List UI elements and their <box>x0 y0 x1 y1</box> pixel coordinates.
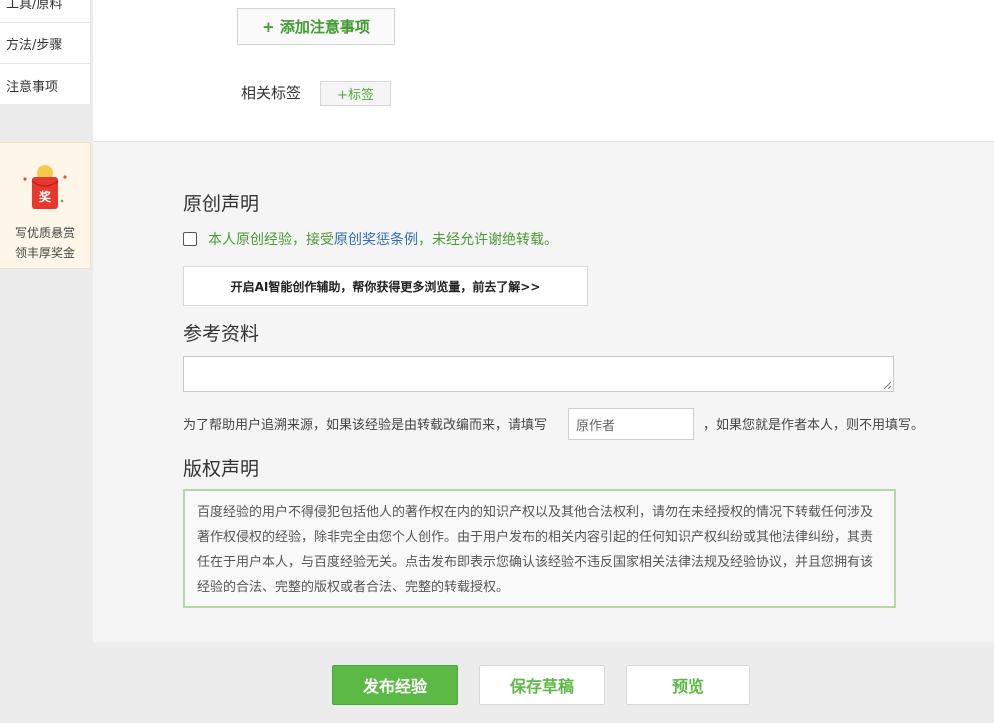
sidebar-item-steps[interactable]: 方法/步骤 <box>0 24 91 64</box>
sidebar-item-notes[interactable]: 注意事项 <box>0 65 91 105</box>
source-prefix: 为了帮助用户追溯来源，如果该经验是由转载改编而来，请填写 <box>183 418 548 433</box>
tags-label: 相关标签 <box>241 84 302 102</box>
original-text-after: ，未经允许谢绝转载。 <box>418 232 558 248</box>
original-text-before: 本人原创经验，接受 <box>208 232 334 248</box>
author-placeholder: 原作者 <box>576 418 616 434</box>
original-checkbox[interactable] <box>183 232 197 246</box>
reward-line-2: 领丰厚奖金 <box>14 246 75 260</box>
resize-handle-icon[interactable] <box>883 381 891 389</box>
original-policy-link[interactable]: 原创奖惩条例 <box>334 229 418 249</box>
copyright-notice: 百度经验的用户不得侵犯包括他人的著作权在内的知识产权以及其他合法权利，请勿在未经… <box>183 489 896 608</box>
reward-promo[interactable]: 奖 写优质悬赏 领丰厚奖金 <box>0 142 91 269</box>
source-suffix: ，如果您就是作者本人，则不用填写。 <box>703 418 925 433</box>
reward-badge: 奖 <box>39 189 52 204</box>
preview-button[interactable]: 预览 <box>626 665 750 705</box>
reward-line-1: 写优质悬赏 <box>14 226 75 240</box>
original-heading: 原创声明 <box>183 193 260 215</box>
original-declaration: 本人原创经验，接受 原创奖惩条例 ，未经允许谢绝转载。 <box>183 229 558 249</box>
copyright-body: 百度经验的用户不得侵犯包括他人的著作权在内的知识产权以及其他合法权利，请勿在未经… <box>197 505 874 595</box>
publish-button[interactable]: 发布经验 <box>332 665 458 705</box>
sidebar-item-tools[interactable]: 工具/原料 <box>0 0 91 23</box>
notes-panel <box>93 0 994 142</box>
red-envelope-icon: 奖 <box>23 165 67 209</box>
reference-heading: 参考资料 <box>183 323 260 345</box>
sidebar-item-label: 方法/步骤 <box>6 38 63 53</box>
author-input[interactable]: 原作者 <box>568 408 694 440</box>
add-tag-button[interactable]: +标签 <box>320 81 391 106</box>
add-note-button[interactable]: + 添加注意事项 <box>237 8 395 45</box>
sidebar-item-label: 注意事项 <box>6 79 59 95</box>
save-draft-button[interactable]: 保存草稿 <box>479 665 605 705</box>
sidebar-item-label: 工具/原料 <box>6 0 63 12</box>
reference-textarea[interactable] <box>183 356 894 392</box>
sidebar-nav: 工具/原料 方法/步骤 注意事项 <box>0 0 91 104</box>
ai-assist-banner[interactable]: 开启AI智能创作辅助，帮你获得更多浏览量，前去了解>> <box>183 266 588 306</box>
copyright-heading: 版权声明 <box>183 458 260 480</box>
